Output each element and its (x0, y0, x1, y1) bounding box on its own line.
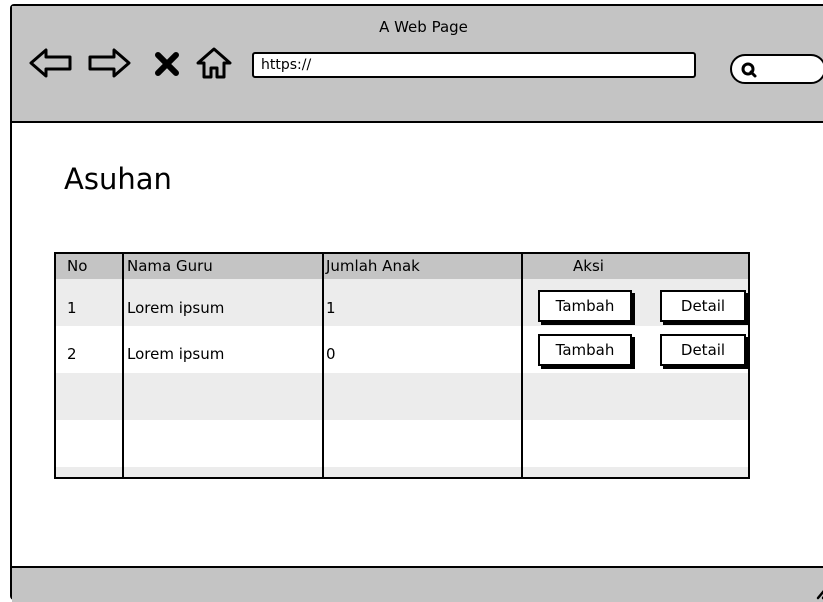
browser-toolbar: A Web Page https:// (12, 6, 823, 123)
table-row (56, 420, 748, 467)
forward-arrow-icon[interactable] (84, 46, 132, 80)
back-arrow-icon[interactable] (28, 46, 76, 80)
close-icon[interactable] (152, 46, 182, 80)
teacher-table: No Nama Guru Jumlah Anak Aksi 1 Lorem ip… (54, 252, 750, 479)
table-row (56, 373, 748, 420)
resize-grip-icon[interactable] (812, 580, 823, 600)
row-2-no: 2 (67, 345, 77, 363)
row-2-jumlah-anak: 0 (326, 345, 336, 363)
row-1-jumlah-anak: 1 (326, 299, 336, 317)
row-2-detail-button[interactable]: Detail (660, 334, 746, 366)
row-1-detail-button[interactable]: Detail (660, 290, 746, 322)
row-2-tambah-button[interactable]: Tambah (538, 334, 632, 366)
column-divider (322, 254, 324, 477)
column-header-no: No (67, 257, 88, 275)
table-row (56, 467, 748, 477)
column-header-aksi: Aksi (573, 257, 604, 275)
window-title: A Web Page (379, 18, 468, 36)
status-bar (12, 566, 823, 602)
column-header-nama-guru: Nama Guru (127, 257, 213, 275)
row-1-tambah-button[interactable]: Tambah (538, 290, 632, 322)
url-input[interactable]: https:// (252, 52, 696, 78)
row-1-no: 1 (67, 299, 77, 317)
row-1-nama-guru: Lorem ipsum (127, 299, 225, 317)
search-icon (741, 62, 757, 78)
column-header-jumlah-anak: Jumlah Anak (326, 257, 420, 275)
row-2-nama-guru: Lorem ipsum (127, 345, 225, 363)
column-divider (122, 254, 124, 477)
home-icon[interactable] (195, 46, 233, 80)
column-divider (521, 254, 523, 477)
search-field[interactable] (730, 54, 823, 84)
page-title: Asuhan (64, 162, 172, 196)
